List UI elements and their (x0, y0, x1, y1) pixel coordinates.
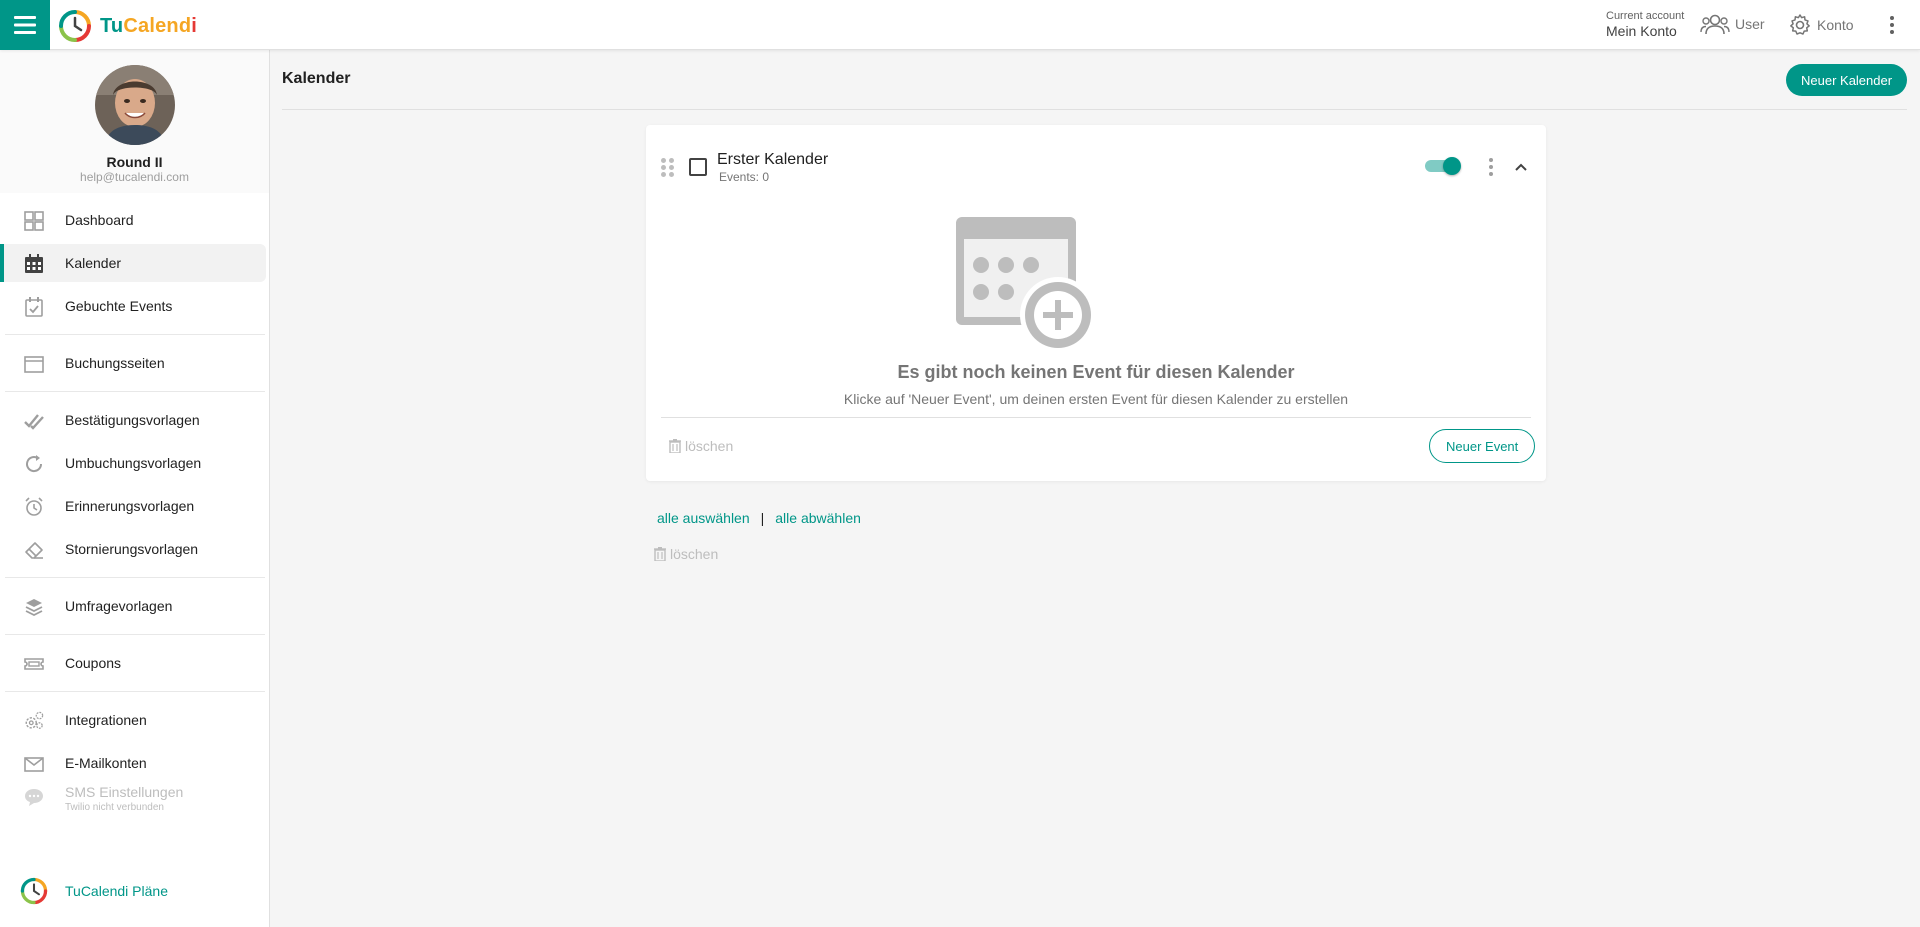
sidebar-item-umbuchungsvorlagen[interactable]: Umbuchungsvorlagen (0, 444, 266, 482)
konto-menu-label: Konto (1817, 17, 1854, 33)
sidebar-item-erinnerungsvorlagen[interactable]: Erinnerungsvorlagen (0, 487, 266, 525)
calendar-card: Erster Kalender Events: 0 Es gibt noch k… (646, 125, 1546, 481)
selection-controls: alle auswählen | alle abwählen (657, 510, 861, 526)
sidebar-item-label: Dashboard (65, 212, 134, 228)
card-divider (661, 417, 1531, 418)
tucalendi-plans-label: TuCalendi Pläne (65, 883, 168, 899)
deselect-all-link[interactable]: alle abwählen (775, 510, 861, 526)
profile-email: help@tucalendi.com (80, 170, 189, 184)
page-title: Kalender (282, 70, 351, 87)
new-event-button[interactable]: Neuer Event (1429, 429, 1536, 463)
calendar-enabled-toggle[interactable] (1423, 155, 1463, 177)
chat-bubble-icon (24, 787, 44, 807)
nav-divider (5, 334, 265, 335)
nav-divider (5, 577, 265, 578)
sidebar-item-sublabel: Twilio nicht verbunden (65, 802, 164, 813)
trash-icon (669, 439, 681, 453)
calendar-check-icon (24, 297, 44, 317)
empty-state-subtitle: Klicke auf 'Neuer Event', um deinen erst… (843, 391, 1349, 407)
app-name: TuCalendi (100, 14, 198, 37)
chevron-up-icon[interactable] (1512, 158, 1530, 176)
sidebar-item-label: Gebuchte Events (65, 298, 173, 314)
nav-divider (5, 391, 265, 392)
konto-menu-button[interactable]: Konto (1788, 13, 1854, 37)
profile-section: Round II help@tucalendi.com (0, 50, 269, 193)
sidebar-item-stornierungsvorlagen[interactable]: Stornierungsvorlagen (0, 530, 266, 568)
nav-divider (5, 634, 265, 635)
trash-icon (654, 547, 666, 561)
sidebar-item-label: Buchungsseiten (65, 355, 165, 371)
sidebar-item-gebuchte-events[interactable]: Gebuchte Events (0, 287, 266, 325)
tucalendi-plans-link[interactable]: TuCalendi Pläne (0, 870, 266, 910)
hamburger-menu-button[interactable] (0, 0, 50, 50)
sidebar-item-label: SMS Einstellungen (65, 784, 184, 800)
hamburger-icon (14, 16, 36, 34)
more-options-button[interactable] (1880, 12, 1904, 38)
dashboard-icon (24, 211, 44, 231)
sidebar-item-label: Coupons (65, 655, 122, 671)
more-vertical-icon (1489, 158, 1493, 162)
current-account-label: Current account (1606, 10, 1685, 22)
main-content: Kalender Neuer Kalender Erster Kalender … (271, 50, 1920, 927)
calendar-events-count: Events: 0 (719, 170, 770, 184)
sidebar-item-label: Bestätigungsvorlagen (65, 412, 200, 428)
sidebar-item-label: E-Mailkonten (65, 755, 147, 771)
drag-handle-icon[interactable] (661, 158, 675, 177)
calendar-select-checkbox[interactable] (689, 158, 707, 176)
bulk-delete-button[interactable]: löschen (654, 546, 718, 562)
app-logo[interactable]: TuCalendi (58, 9, 197, 43)
sidebar-item-label: Stornierungsvorlagen (65, 541, 199, 557)
title-divider (282, 109, 1907, 110)
sidebar-item-e-mailkonten[interactable]: E-Mailkonten (0, 744, 266, 782)
current-account[interactable]: Current account Mein Konto (1606, 10, 1685, 39)
calendar-name[interactable]: Erster Kalender (717, 151, 828, 169)
gears-icon (24, 711, 44, 731)
tucalendi-logo-icon (20, 877, 48, 905)
select-all-link[interactable]: alle auswählen (657, 510, 750, 526)
calendar-delete-label: löschen (685, 438, 734, 454)
empty-state-title: Es gibt noch keinen Event für diesen Kal… (897, 362, 1295, 382)
sidebar: Round II help@tucalendi.com Dashboard Ka… (0, 50, 270, 927)
sidebar-item-label: Kalender (65, 255, 122, 271)
envelope-icon (24, 754, 44, 774)
users-icon (1700, 14, 1730, 35)
sidebar-item-label: Erinnerungsvorlagen (65, 498, 195, 514)
sidebar-item-coupons[interactable]: Coupons (0, 644, 266, 682)
sidebar-item-integrationen[interactable]: Integrationen (0, 701, 266, 739)
sidebar-item-kalender[interactable]: Kalender (0, 244, 266, 282)
refresh-icon (24, 454, 44, 474)
calendar-add-illustration-icon (956, 217, 1096, 353)
bulk-delete-label: löschen (670, 546, 719, 562)
current-account-name: Mein Konto (1606, 23, 1677, 39)
top-bar: TuCalendi Current account Mein Konto Use… (0, 0, 1920, 50)
user-menu-label: User (1735, 16, 1765, 32)
user-menu-button[interactable]: User (1700, 13, 1765, 35)
sidebar-item-sms-einstellungen: SMS Einstellungen Twilio nicht verbunden (0, 780, 266, 820)
profile-name: Round II (106, 154, 163, 170)
eraser-icon (24, 540, 44, 560)
browser-window-icon (24, 354, 44, 374)
gear-icon (1790, 14, 1810, 35)
nav-divider (5, 691, 265, 692)
tucalendi-logo-icon (59, 10, 91, 42)
avatar[interactable] (95, 65, 175, 145)
sidebar-item-bestaetigungsvorlagen[interactable]: Bestätigungsvorlagen (0, 401, 266, 439)
selection-separator: | (760, 510, 765, 526)
sidebar-item-buchungsseiten[interactable]: Buchungsseiten (0, 344, 266, 382)
sidebar-item-umfragevorlagen[interactable]: Umfragevorlagen (0, 587, 266, 625)
new-calendar-button[interactable]: Neuer Kalender (1786, 64, 1908, 96)
sidebar-item-label: Umbuchungsvorlagen (65, 455, 202, 471)
calendar-delete-button[interactable]: löschen (669, 438, 733, 454)
layers-icon (24, 597, 44, 617)
calendar-icon (24, 254, 44, 274)
alarm-clock-icon (24, 497, 44, 517)
ticket-icon (24, 654, 44, 674)
more-vertical-icon (1890, 16, 1894, 20)
sidebar-item-label: Umfragevorlagen (65, 598, 173, 614)
sidebar-item-label: Integrationen (65, 712, 147, 728)
avatar-photo-icon (95, 65, 175, 145)
double-check-icon (24, 411, 44, 431)
calendar-more-options-button[interactable] (1485, 156, 1497, 178)
sidebar-item-dashboard[interactable]: Dashboard (0, 201, 266, 239)
